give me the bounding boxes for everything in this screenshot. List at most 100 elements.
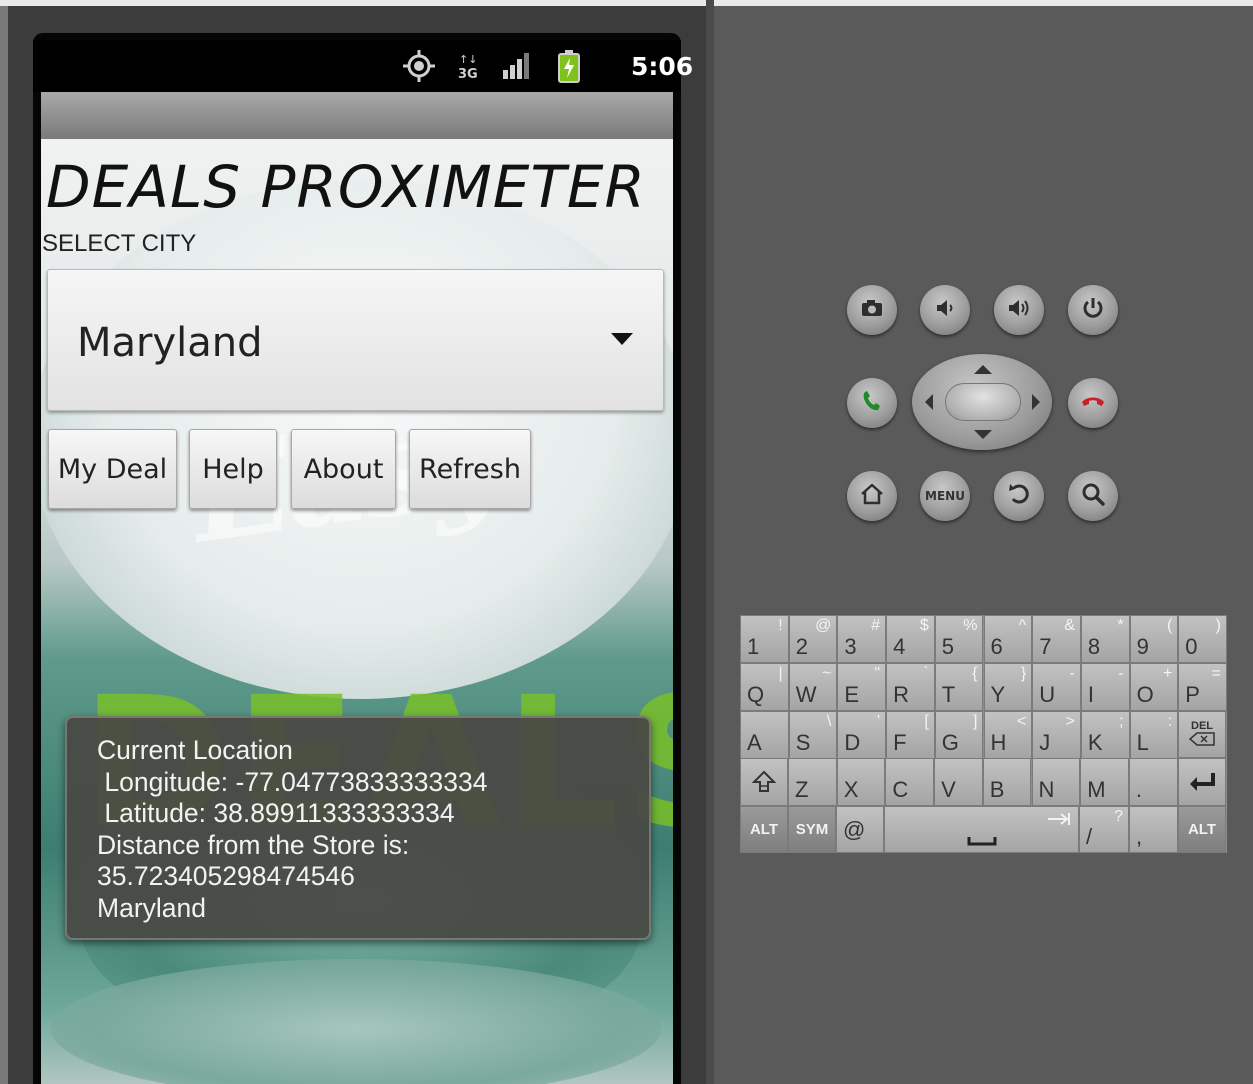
- key-1[interactable]: 1!: [740, 615, 789, 663]
- key-a[interactable]: A: [740, 711, 789, 759]
- key-w[interactable]: W ~: [788, 663, 838, 711]
- key-label: N: [1038, 777, 1055, 802]
- dpad-left-icon[interactable]: [925, 394, 933, 410]
- key-v[interactable]: V: [934, 758, 983, 806]
- key-i[interactable]: I-: [1080, 663, 1130, 711]
- key-alt-label: ": [874, 665, 881, 682]
- key-u[interactable]: U-: [1032, 663, 1081, 711]
- key-comma[interactable]: ,: [1129, 806, 1178, 853]
- menu-button[interactable]: MENU: [920, 471, 970, 521]
- emulator-keyboard: 1! 2 @3 #4 $5% 6 ^ 7 & 8 * 9(0) Q | W ~ E " R ` T{Y} U - I - O + P…: [740, 615, 1227, 853]
- key-period[interactable]: .: [1128, 758, 1178, 806]
- camera-button[interactable]: [847, 285, 897, 335]
- dpad-down-icon[interactable]: [974, 430, 992, 439]
- status-clock: 5:06: [631, 52, 694, 81]
- key-d[interactable]: D ': [837, 711, 887, 759]
- key-l[interactable]: L:: [1129, 711, 1179, 759]
- key-j[interactable]: J >: [1032, 711, 1081, 759]
- key-slash-label: /: [1086, 824, 1093, 849]
- key-6[interactable]: 6 ^: [983, 615, 1033, 663]
- key-k[interactable]: K;: [1080, 711, 1130, 759]
- select-city-label: SELECT CITY: [42, 230, 197, 257]
- search-icon: [1078, 479, 1108, 513]
- key-label: U: [1039, 682, 1056, 707]
- help-button[interactable]: Help: [189, 429, 277, 509]
- call-icon: [857, 386, 887, 420]
- key-p[interactable]: P =: [1178, 663, 1227, 711]
- key-t[interactable]: T{: [934, 663, 984, 711]
- toast-latitude: Latitude: 38.89911333333334: [97, 798, 455, 828]
- key-sym[interactable]: SYM: [788, 806, 836, 853]
- key-label: O: [1136, 682, 1154, 707]
- key-e[interactable]: E ": [837, 663, 887, 711]
- toast-longitude: Longitude: -77.04773833333334: [97, 766, 488, 797]
- key-x[interactable]: X: [836, 758, 886, 806]
- key-z[interactable]: Z: [788, 758, 837, 806]
- key-alt-label: (: [1166, 617, 1173, 634]
- key-9[interactable]: 9(: [1129, 615, 1179, 663]
- key-label: A: [747, 730, 762, 755]
- key-3[interactable]: 3 #: [837, 615, 887, 663]
- search-button[interactable]: [1068, 471, 1118, 521]
- key-label: B: [989, 777, 1005, 802]
- key-at[interactable]: @: [836, 806, 884, 853]
- power-button[interactable]: [1068, 285, 1118, 335]
- call-button[interactable]: [847, 378, 897, 428]
- key-alt-label: %: [963, 617, 978, 634]
- key-alt-left[interactable]: ALT: [740, 806, 788, 853]
- battery-icon: [553, 40, 585, 92]
- key-c[interactable]: C: [885, 758, 935, 806]
- key-4[interactable]: 4 $: [886, 615, 935, 663]
- key-n[interactable]: N: [1031, 758, 1081, 806]
- key-label: V: [941, 777, 956, 802]
- key-s[interactable]: S \: [788, 711, 838, 759]
- end-call-button[interactable]: [1068, 378, 1118, 428]
- volume-down-button[interactable]: [920, 285, 970, 335]
- key-label: M: [1087, 777, 1106, 802]
- network-3g-icon: ↑↓ 3G: [453, 40, 483, 92]
- key-shift[interactable]: [740, 758, 788, 806]
- key-alt-label: :: [1167, 713, 1173, 730]
- key-slash[interactable]: / ?: [1079, 806, 1129, 853]
- key-0[interactable]: 0): [1178, 615, 1227, 663]
- key-2[interactable]: 2 @: [788, 615, 838, 663]
- refresh-button[interactable]: Refresh: [409, 429, 531, 509]
- key-7[interactable]: 7 &: [1032, 615, 1081, 663]
- key-f[interactable]: F[: [886, 711, 935, 759]
- key-alt-label: $: [919, 617, 929, 634]
- city-spinner[interactable]: Maryland: [47, 269, 664, 411]
- key-q[interactable]: Q |: [740, 663, 789, 711]
- key-label: Z: [795, 777, 809, 802]
- volume-up-button[interactable]: [994, 285, 1044, 335]
- key-label: H: [990, 730, 1007, 755]
- key-enter[interactable]: [1178, 758, 1226, 806]
- key-g[interactable]: G]: [934, 711, 984, 759]
- my-deal-button[interactable]: My Deal: [48, 429, 177, 509]
- home-button[interactable]: [847, 471, 897, 521]
- key-5[interactable]: 5%: [934, 615, 984, 663]
- power-icon: [1078, 293, 1108, 327]
- key-alt-label: ': [877, 713, 881, 730]
- dpad-center-button[interactable]: [945, 383, 1021, 421]
- backspace-icon: [1188, 732, 1215, 749]
- key-alt-left-label: ALT: [749, 821, 779, 838]
- dpad-up-icon[interactable]: [974, 365, 992, 374]
- key-h[interactable]: H <: [983, 711, 1033, 759]
- key-r[interactable]: R `: [886, 663, 935, 711]
- app-title-bar: [41, 92, 673, 139]
- key-alt-right[interactable]: ALT: [1178, 806, 1226, 853]
- dpad-right-icon[interactable]: [1032, 394, 1040, 410]
- key-label: L: [1136, 730, 1149, 755]
- about-button[interactable]: About: [291, 429, 396, 509]
- key-alt-label: \: [826, 713, 832, 730]
- volume-down-icon: [930, 293, 960, 327]
- back-button[interactable]: [994, 471, 1044, 521]
- key-o[interactable]: O +: [1129, 663, 1179, 711]
- key-space[interactable]: [884, 806, 1079, 853]
- key-b[interactable]: B: [982, 758, 1032, 806]
- key-alt-label: `: [923, 665, 929, 682]
- key-8[interactable]: 8 *: [1080, 615, 1130, 663]
- key-m[interactable]: M: [1080, 758, 1129, 806]
- key-y[interactable]: Y}: [983, 663, 1033, 711]
- key-del[interactable]: DEL: [1178, 711, 1226, 758]
